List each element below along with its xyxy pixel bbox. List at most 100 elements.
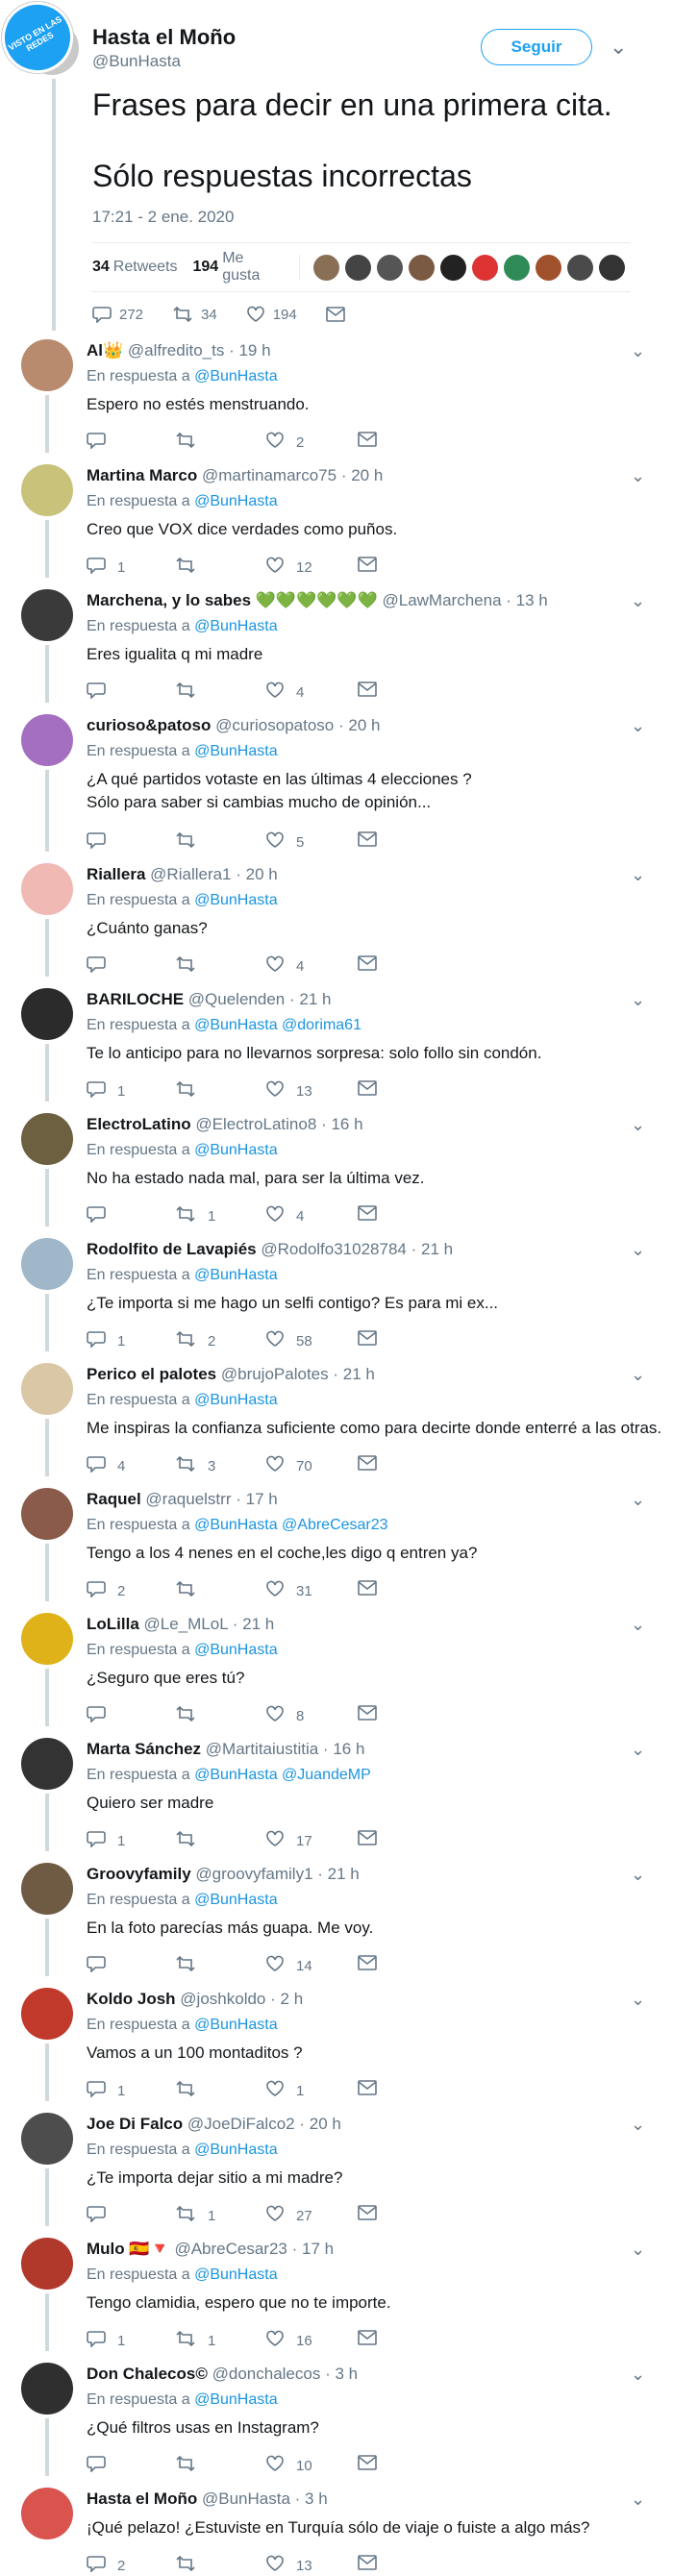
like-button[interactable]: 194: [246, 306, 297, 323]
author-name[interactable]: Don Chalecos©: [87, 2365, 208, 2383]
tweet-time[interactable]: 2 h: [281, 1990, 304, 2008]
avatar[interactable]: [21, 1238, 73, 1290]
chevron-down-icon[interactable]: ⌄: [631, 2115, 645, 2135]
reply-button[interactable]: 1: [87, 2080, 125, 2101]
author-name[interactable]: Marta Sánchez: [87, 1740, 201, 1758]
author-handle[interactable]: @Le_MLoL: [144, 1615, 229, 1633]
reply-tweet[interactable]: BARILOCHE @Quelenden · 21 h ⌄ En respuesta…: [0, 980, 673, 1105]
chevron-down-icon[interactable]: ⌄: [631, 1615, 645, 1635]
reply-mention[interactable]: @BunHasta: [194, 2017, 278, 2033]
author-handle[interactable]: @LawMarchena: [382, 591, 501, 609]
reply-button[interactable]: 1: [87, 2330, 125, 2351]
chevron-down-icon[interactable]: ⌄: [631, 716, 645, 736]
retweets-label[interactable]: Retweets: [113, 259, 178, 276]
message-button[interactable]: [358, 1455, 388, 1474]
retweet-button[interactable]: 3: [175, 1455, 215, 1476]
like-button[interactable]: 5: [265, 831, 304, 853]
retweet-button[interactable]: [175, 2455, 208, 2476]
retweet-button[interactable]: [175, 432, 208, 453]
message-button[interactable]: [358, 2555, 388, 2574]
tweet-time[interactable]: 3 h: [335, 2365, 358, 2383]
chevron-down-icon[interactable]: ⌄: [631, 1990, 645, 2010]
tweet-time[interactable]: 3 h: [305, 2489, 328, 2508]
author-name[interactable]: Marchena, y lo sabes 💚💚💚💚💚💚: [87, 591, 378, 609]
retweet-button[interactable]: [175, 1080, 208, 1102]
author-name[interactable]: Al👑: [87, 341, 123, 359]
tweet-time[interactable]: 21 h: [421, 1240, 453, 1258]
tweet-time[interactable]: 20 h: [246, 865, 278, 883]
tweet-time[interactable]: 16 h: [331, 1115, 362, 1133]
retweet-button[interactable]: 2: [175, 1330, 215, 1351]
avatar[interactable]: [21, 1738, 73, 1790]
message-button[interactable]: [358, 1580, 388, 1599]
reply-button[interactable]: 1: [87, 557, 125, 578]
reply-mention[interactable]: @BunHasta @AbreCesar23: [194, 1517, 387, 1533]
reply-mention[interactable]: @BunHasta: [194, 1892, 278, 1908]
like-button[interactable]: 31: [265, 1580, 312, 1601]
reply-tweet[interactable]: Raquel @raquelstrr · 17 h ⌄ En respuesta a…: [0, 1480, 673, 1605]
reply-button[interactable]: [87, 1955, 117, 1976]
avatar[interactable]: [21, 714, 73, 766]
reply-mention[interactable]: @BunHasta: [194, 892, 278, 908]
tweet-time[interactable]: 21 h: [299, 990, 331, 1008]
reply-tweet[interactable]: Marta Sánchez @Martitaiustitia · 16 h ⌄ En…: [0, 1730, 673, 1855]
reply-button[interactable]: 272: [92, 306, 143, 323]
retweet-button[interactable]: [175, 1580, 208, 1601]
author-name[interactable]: ElectroLatino: [87, 1115, 191, 1133]
message-button[interactable]: [358, 1955, 388, 1974]
like-button[interactable]: 70: [265, 1455, 312, 1476]
avatar[interactable]: [21, 464, 73, 516]
author-handle[interactable]: @Riallera1: [150, 865, 231, 883]
liker-avatar[interactable]: [440, 254, 466, 281]
author-name[interactable]: Riallera: [87, 865, 145, 883]
avatar[interactable]: [21, 1363, 73, 1415]
like-button[interactable]: 12: [265, 557, 312, 578]
retweet-button[interactable]: [175, 681, 208, 703]
tweet-time[interactable]: 21 h: [242, 1615, 274, 1633]
avatar[interactable]: [21, 2363, 73, 2415]
message-button[interactable]: [358, 1705, 388, 1724]
author-handle[interactable]: @raquelstrr: [145, 1490, 231, 1508]
retweet-button[interactable]: [175, 1830, 208, 1851]
message-button[interactable]: [358, 2080, 388, 2099]
avatar[interactable]: [21, 1488, 73, 1540]
chevron-down-icon[interactable]: ⌄: [631, 1365, 645, 1385]
chevron-down-icon[interactable]: ⌄: [631, 591, 645, 611]
reply-tweet[interactable]: Marchena, y lo sabes 💚💚💚💚💚💚 @LawMarchena…: [0, 582, 673, 706]
chevron-down-icon[interactable]: ⌄: [631, 2240, 645, 2260]
like-button[interactable]: 27: [265, 2205, 312, 2226]
like-button[interactable]: 2: [265, 432, 304, 453]
avatar[interactable]: [21, 1613, 73, 1665]
reply-button[interactable]: [87, 1205, 117, 1226]
reply-tweet[interactable]: ElectroLatino @ElectroLatino8 · 16 h ⌄ En …: [0, 1105, 673, 1230]
message-button[interactable]: [358, 1330, 388, 1350]
reply-mention[interactable]: @BunHasta: [194, 368, 278, 384]
reply-mention[interactable]: @BunHasta @JuandeMP: [194, 1767, 371, 1783]
reply-mention[interactable]: @BunHasta: [194, 493, 278, 509]
author-name[interactable]: Raquel: [87, 1490, 141, 1508]
reply-button[interactable]: [87, 1705, 117, 1726]
chevron-down-icon[interactable]: ⌄: [631, 1115, 645, 1135]
liker-avatar[interactable]: [377, 254, 403, 281]
reply-mention[interactable]: @BunHasta: [194, 2266, 278, 2283]
tweet-time[interactable]: 17 h: [246, 1490, 278, 1508]
retweet-button[interactable]: [175, 1705, 208, 1726]
author-name[interactable]: Mulo 🇪🇸🔻: [87, 2240, 170, 2258]
like-button[interactable]: 10: [265, 2455, 312, 2476]
tweet-time[interactable]: 17 h: [302, 2240, 334, 2258]
retweet-button[interactable]: 1: [175, 2205, 215, 2226]
reply-mention[interactable]: @BunHasta: [194, 1642, 278, 1658]
avatar[interactable]: [21, 1113, 73, 1165]
author-handle[interactable]: @brujoPalotes: [221, 1365, 329, 1383]
retweets-count[interactable]: 34: [92, 259, 110, 276]
retweet-button[interactable]: [175, 557, 208, 578]
avatar[interactable]: [21, 988, 73, 1040]
reply-mention[interactable]: @BunHasta: [194, 2391, 278, 2408]
author-name[interactable]: curioso&patoso: [87, 716, 211, 734]
like-button[interactable]: 1: [265, 2080, 304, 2101]
author-handle[interactable]: @Rodolfo31028784: [261, 1240, 407, 1258]
like-button[interactable]: 4: [265, 681, 304, 703]
author-handle[interactable]: @AbreCesar23: [174, 2240, 287, 2258]
liker-avatar[interactable]: [504, 254, 530, 281]
chevron-down-icon[interactable]: ⌄: [631, 1240, 645, 1260]
